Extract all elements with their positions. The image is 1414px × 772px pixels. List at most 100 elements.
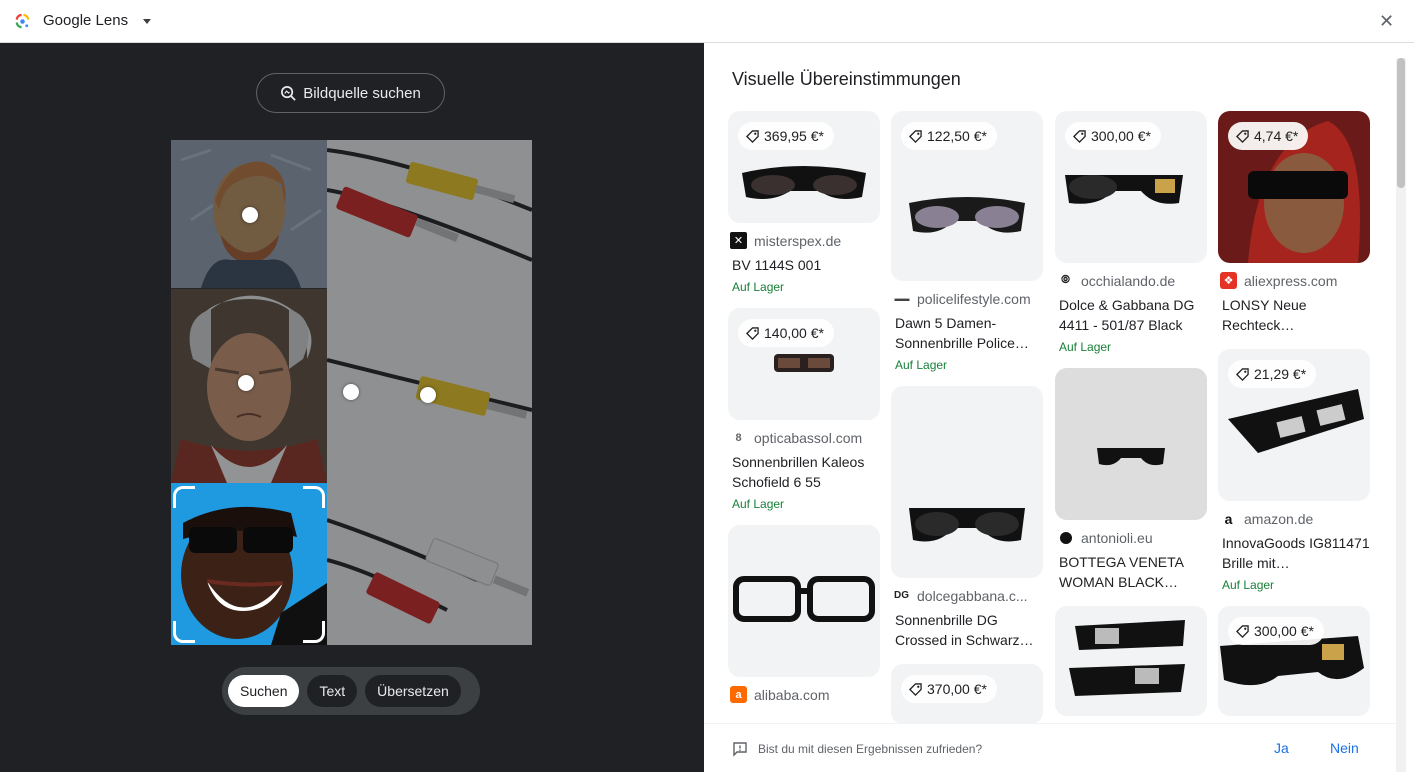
scrollbar-thumb[interactable]: [1397, 58, 1405, 188]
site-favicon-icon: ⦾: [1061, 274, 1070, 286]
result-thumbnail[interactable]: 122,50 €*: [891, 111, 1043, 281]
result-thumbnail[interactable]: 370,00 €*: [891, 664, 1043, 724]
source-image[interactable]: [171, 140, 532, 645]
feedback-icon: [733, 742, 747, 757]
price-label: 300,00 €*: [1254, 623, 1314, 639]
result-source[interactable]: ✕ misterspex.de: [730, 232, 880, 249]
price-label: 369,95 €*: [764, 128, 824, 144]
result-thumbnail[interactable]: 300,00 €*: [1218, 606, 1370, 716]
selection-corner-top-right[interactable]: [303, 486, 325, 508]
price-tag-icon: [1236, 624, 1249, 638]
mode-text-button[interactable]: Text: [307, 675, 358, 707]
mode-search-button[interactable]: Suchen: [228, 675, 300, 707]
price-tag-icon: [746, 326, 759, 340]
app-title[interactable]: Google Lens: [43, 12, 128, 29]
result-thumbnail[interactable]: 300,00 €*: [1055, 111, 1207, 263]
result-title[interactable]: Dawn 5 Damen-Sonnenbrille Police…: [895, 313, 1043, 353]
result-source[interactable]: antonioli.eu: [1057, 529, 1207, 546]
result-card[interactable]: 300,00 €*: [1218, 606, 1370, 716]
price-tag-icon: [1236, 367, 1249, 381]
result-site-label: alibaba.com: [754, 686, 830, 703]
chevron-down-icon[interactable]: [143, 19, 151, 24]
result-source[interactable]: ❖ aliexpress.com: [1220, 272, 1370, 289]
result-card[interactable]: 4,74 €* ❖ aliexpress.com LONSY Neue Rechtec…: [1218, 111, 1370, 335]
result-source[interactable]: a amazon.de: [1220, 510, 1370, 527]
price-tag-icon: [909, 129, 922, 143]
price-label: 140,00 €*: [764, 325, 824, 341]
results-scrollbar[interactable]: [1396, 58, 1406, 772]
price-badge: 21,29 €*: [1228, 360, 1317, 388]
result-source[interactable]: DG dolcegabbana.c...: [893, 587, 1043, 604]
price-tag-icon: [1073, 129, 1086, 143]
selection-corner-bottom-right[interactable]: [303, 621, 325, 643]
result-title[interactable]: Dolce & Gabbana DG 4411 - 501/87 Black: [1059, 295, 1207, 335]
title-bar: Google Lens ✕: [0, 0, 1414, 43]
result-source[interactable]: 8 opticabassol.com: [730, 429, 880, 446]
result-thumbnail[interactable]: 21,29 €*: [1218, 349, 1370, 501]
result-thumbnail[interactable]: 369,95 €*: [728, 111, 880, 223]
stock-status: Auf Lager: [1222, 578, 1275, 592]
object-dot[interactable]: [238, 375, 254, 391]
result-card[interactable]: 140,00 €* 8 opticabassol.com Sonnenbrillen …: [728, 308, 880, 511]
selection-corner-bottom-left[interactable]: [173, 621, 195, 643]
mode-translate-button[interactable]: Übersetzen: [365, 675, 461, 707]
result-title[interactable]: BOTTEGA VENETA WOMAN BLACK…: [1059, 552, 1207, 592]
result-image: [1055, 368, 1207, 520]
results-heading: Visuelle Übereinstimmungen: [732, 69, 961, 89]
price-label: 4,74 €*: [1254, 128, 1299, 144]
result-card[interactable]: a alibaba.com: [728, 525, 880, 703]
result-card[interactable]: 369,95 €* ✕ misterspex.de BV 1144S 001 Auf L…: [728, 111, 880, 294]
result-source[interactable]: ▬▬ policelifestyle.com: [893, 290, 1043, 307]
result-card[interactable]: 370,00 €*: [891, 664, 1043, 724]
result-card[interactable]: 122,50 €* ▬▬ policelifestyle.com Dawn 5 Dam…: [891, 111, 1043, 372]
price-badge: 370,00 €*: [901, 675, 997, 703]
find-image-source-button[interactable]: Bildquelle suchen: [256, 73, 445, 113]
result-source[interactable]: a alibaba.com: [730, 686, 880, 703]
result-card[interactable]: antonioli.eu BOTTEGA VENETA WOMAN BLACK…: [1055, 368, 1207, 592]
result-title[interactable]: Sonnenbrillen Kaleos Schofield 6 55: [732, 452, 880, 492]
object-dot[interactable]: [242, 207, 258, 223]
site-favicon-icon: DG: [894, 590, 909, 601]
result-card[interactable]: [1055, 606, 1207, 716]
price-label: 370,00 €*: [927, 681, 987, 697]
result-title[interactable]: Sonnenbrille DG Crossed in Schwarz…: [895, 610, 1043, 650]
site-favicon-icon: ▬▬: [894, 294, 910, 303]
result-thumbnail[interactable]: 140,00 €*: [728, 308, 880, 420]
result-card[interactable]: DG dolcegabbana.c... Sonnenbrille DG Cross…: [891, 386, 1043, 650]
image-panel: Bildquelle suchen Suchen Text Übersetzen: [0, 43, 704, 772]
result-source[interactable]: ⦾ occhialando.de: [1057, 272, 1207, 289]
feedback-yes-button[interactable]: Ja: [1274, 740, 1289, 756]
image-search-icon: [281, 85, 296, 101]
result-thumbnail[interactable]: 4,74 €*: [1218, 111, 1370, 263]
price-label: 122,50 €*: [927, 128, 987, 144]
feedback-no-button[interactable]: Nein: [1330, 740, 1359, 756]
result-thumbnail[interactable]: [1055, 606, 1207, 716]
result-card[interactable]: 300,00 €* ⦾ occhialando.de Dolce & Gabbana …: [1055, 111, 1207, 354]
result-title[interactable]: BV 1144S 001: [732, 255, 880, 275]
result-site-label: aliexpress.com: [1244, 272, 1338, 289]
stock-status: Auf Lager: [1059, 340, 1112, 354]
close-icon[interactable]: ✕: [1378, 12, 1395, 30]
site-favicon-icon: [1057, 529, 1074, 546]
selection-corner-top-left[interactable]: [173, 486, 195, 508]
result-title[interactable]: LONSY Neue Rechteck…: [1222, 295, 1370, 335]
object-dot[interactable]: [420, 387, 436, 403]
result-thumbnail[interactable]: [1055, 368, 1207, 520]
feedback-bar: Bist du mit diesen Ergebnissen zufrieden…: [704, 723, 1396, 772]
object-dot[interactable]: [343, 384, 359, 400]
result-thumbnail[interactable]: [728, 525, 880, 677]
google-lens-logo-icon: [15, 14, 30, 29]
result-thumbnail[interactable]: [891, 386, 1043, 578]
find-image-source-label: Bildquelle suchen: [303, 84, 421, 102]
mode-switcher: Suchen Text Übersetzen: [222, 667, 480, 715]
stock-status: Auf Lager: [732, 280, 785, 294]
price-badge: 300,00 €*: [1065, 122, 1161, 150]
result-title[interactable]: InnovaGoods IG811471 Brille mit…: [1222, 533, 1370, 573]
result-site-label: occhialando.de: [1081, 272, 1176, 289]
price-badge: 369,95 €*: [738, 122, 834, 150]
result-image: [909, 508, 1025, 542]
dim-overlay: [171, 140, 532, 483]
result-site-label: policelifestyle.com: [917, 290, 1031, 307]
price-badge: 122,50 €*: [901, 122, 997, 150]
result-card[interactable]: 21,29 €* a amazon.de InnovaGoods IG811471 B…: [1218, 349, 1370, 592]
